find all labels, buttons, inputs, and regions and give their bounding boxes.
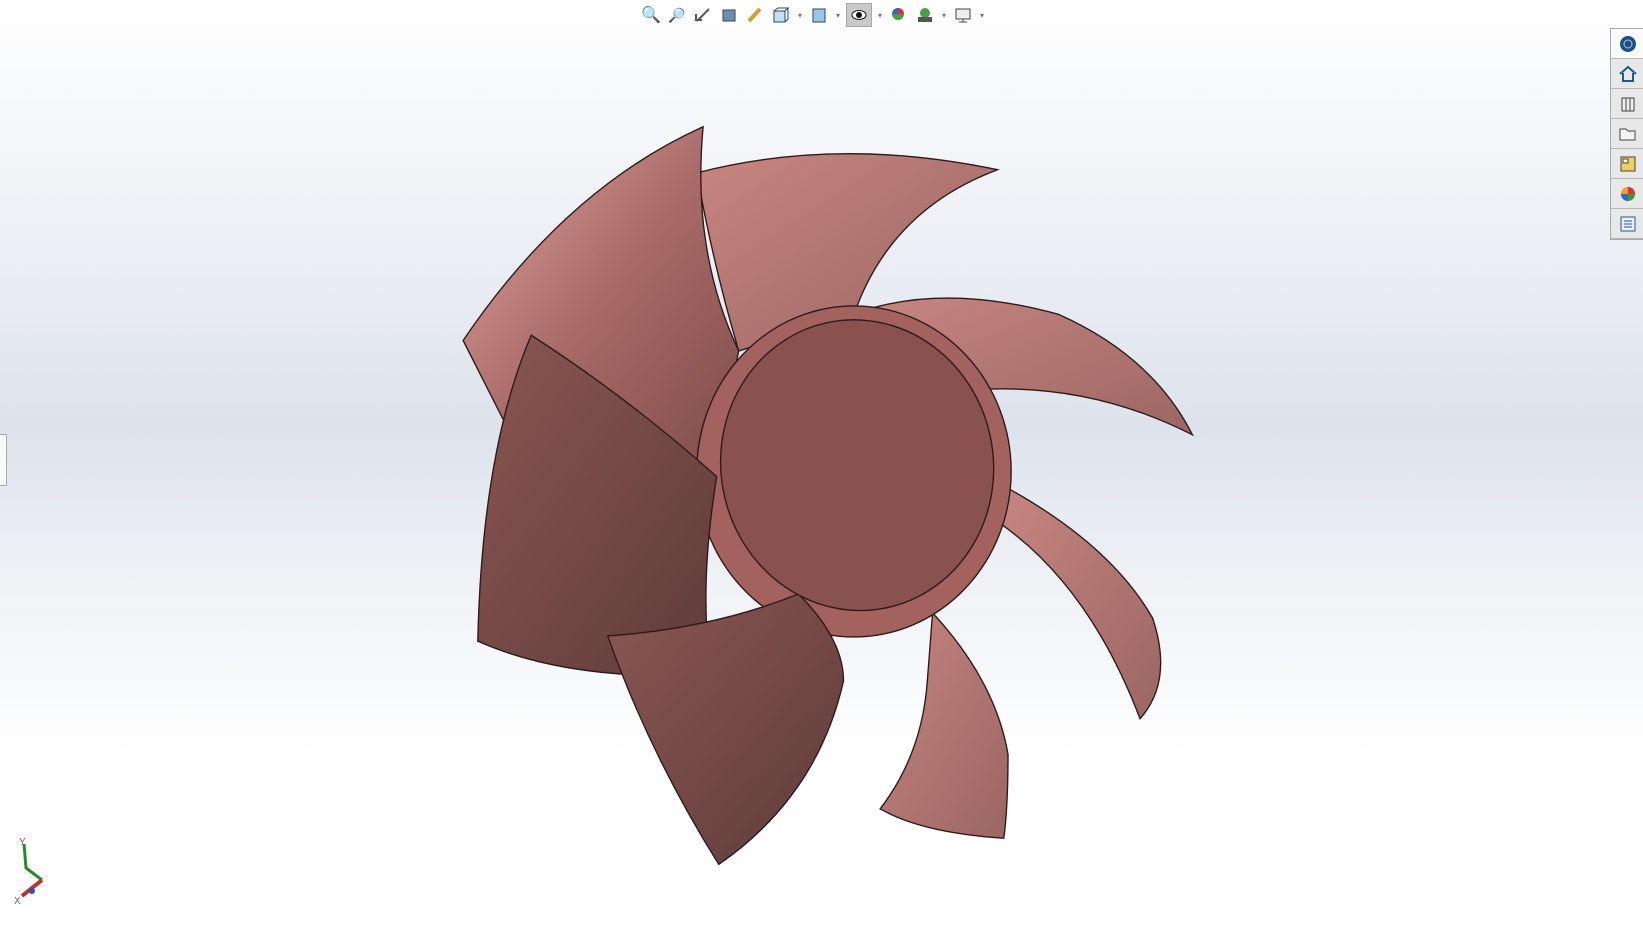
- zoom-to-area-button[interactable]: 🔎: [666, 4, 688, 26]
- view-orientation-button[interactable]: [770, 4, 792, 26]
- task-pane-resources[interactable]: [1611, 29, 1643, 59]
- task-pane-appearances[interactable]: [1611, 179, 1643, 209]
- triad-y-label: Y: [19, 837, 26, 848]
- zoom-to-fit-button[interactable]: 🔍: [640, 4, 662, 26]
- view-settings-dropdown[interactable]: ▾: [978, 11, 986, 20]
- heads-up-view-toolbar: 🔍 🔎 ▾ ▾ ▾ ▾ ▾: [640, 2, 986, 28]
- section-view-button[interactable]: [718, 4, 740, 26]
- task-pane-home[interactable]: [1611, 59, 1643, 89]
- previous-view-button[interactable]: [692, 4, 714, 26]
- design-library-icon: [1621, 97, 1634, 111]
- hide-show-dropdown[interactable]: ▾: [876, 11, 884, 20]
- appearances-icon: [1620, 186, 1635, 201]
- task-pane-tabs: [1610, 28, 1643, 240]
- fan-blade: [606, 593, 845, 866]
- zoom-to-fit-icon: 🔍: [641, 7, 661, 24]
- triad-x-label: X: [14, 896, 21, 906]
- reference-triad: Y X: [14, 837, 44, 906]
- eye-icon: [851, 10, 867, 20]
- view-orientation-dropdown[interactable]: ▾: [796, 11, 804, 20]
- folder-icon: [1619, 128, 1635, 140]
- edit-appearance-button[interactable]: [888, 4, 910, 26]
- task-pane-custom-properties[interactable]: [1611, 209, 1643, 239]
- dynamic-annotation-icon: [747, 7, 762, 23]
- apply-scene-icon: [918, 8, 932, 22]
- view-palette-icon: [1620, 156, 1635, 171]
- hide-show-items-button[interactable]: [846, 3, 872, 27]
- fan-blade: [999, 486, 1162, 720]
- edit-appearance-icon: [892, 8, 904, 20]
- apply-scene-dropdown[interactable]: ▾: [940, 11, 948, 20]
- graphics-area[interactable]: [0, 0, 1643, 945]
- custom-properties-icon: [1620, 216, 1635, 231]
- dynamic-annotation-views-button[interactable]: [744, 4, 766, 26]
- display-style-button[interactable]: [808, 4, 830, 26]
- section-view-icon: [722, 9, 736, 22]
- resources-globe-icon: [1619, 35, 1636, 52]
- view-settings-button[interactable]: [952, 4, 974, 26]
- fan-model[interactable]: [462, 125, 1194, 866]
- feature-manager-collapse-handle[interactable]: [0, 434, 7, 486]
- task-pane-file-explorer[interactable]: [1611, 119, 1643, 149]
- previous-view-icon: [695, 8, 710, 22]
- zoom-to-area-icon: 🔎: [668, 6, 686, 23]
- monitor-icon: [955, 8, 971, 23]
- task-pane-view-palette[interactable]: [1611, 149, 1643, 179]
- home-icon: [1618, 65, 1637, 82]
- display-style-dropdown[interactable]: ▾: [834, 11, 842, 20]
- task-pane-design-library[interactable]: [1611, 89, 1643, 119]
- display-style-icon: [812, 8, 826, 23]
- fan-blade: [879, 611, 1009, 839]
- view-orientation-icon: [773, 7, 790, 23]
- apply-scene-button[interactable]: [914, 4, 936, 26]
